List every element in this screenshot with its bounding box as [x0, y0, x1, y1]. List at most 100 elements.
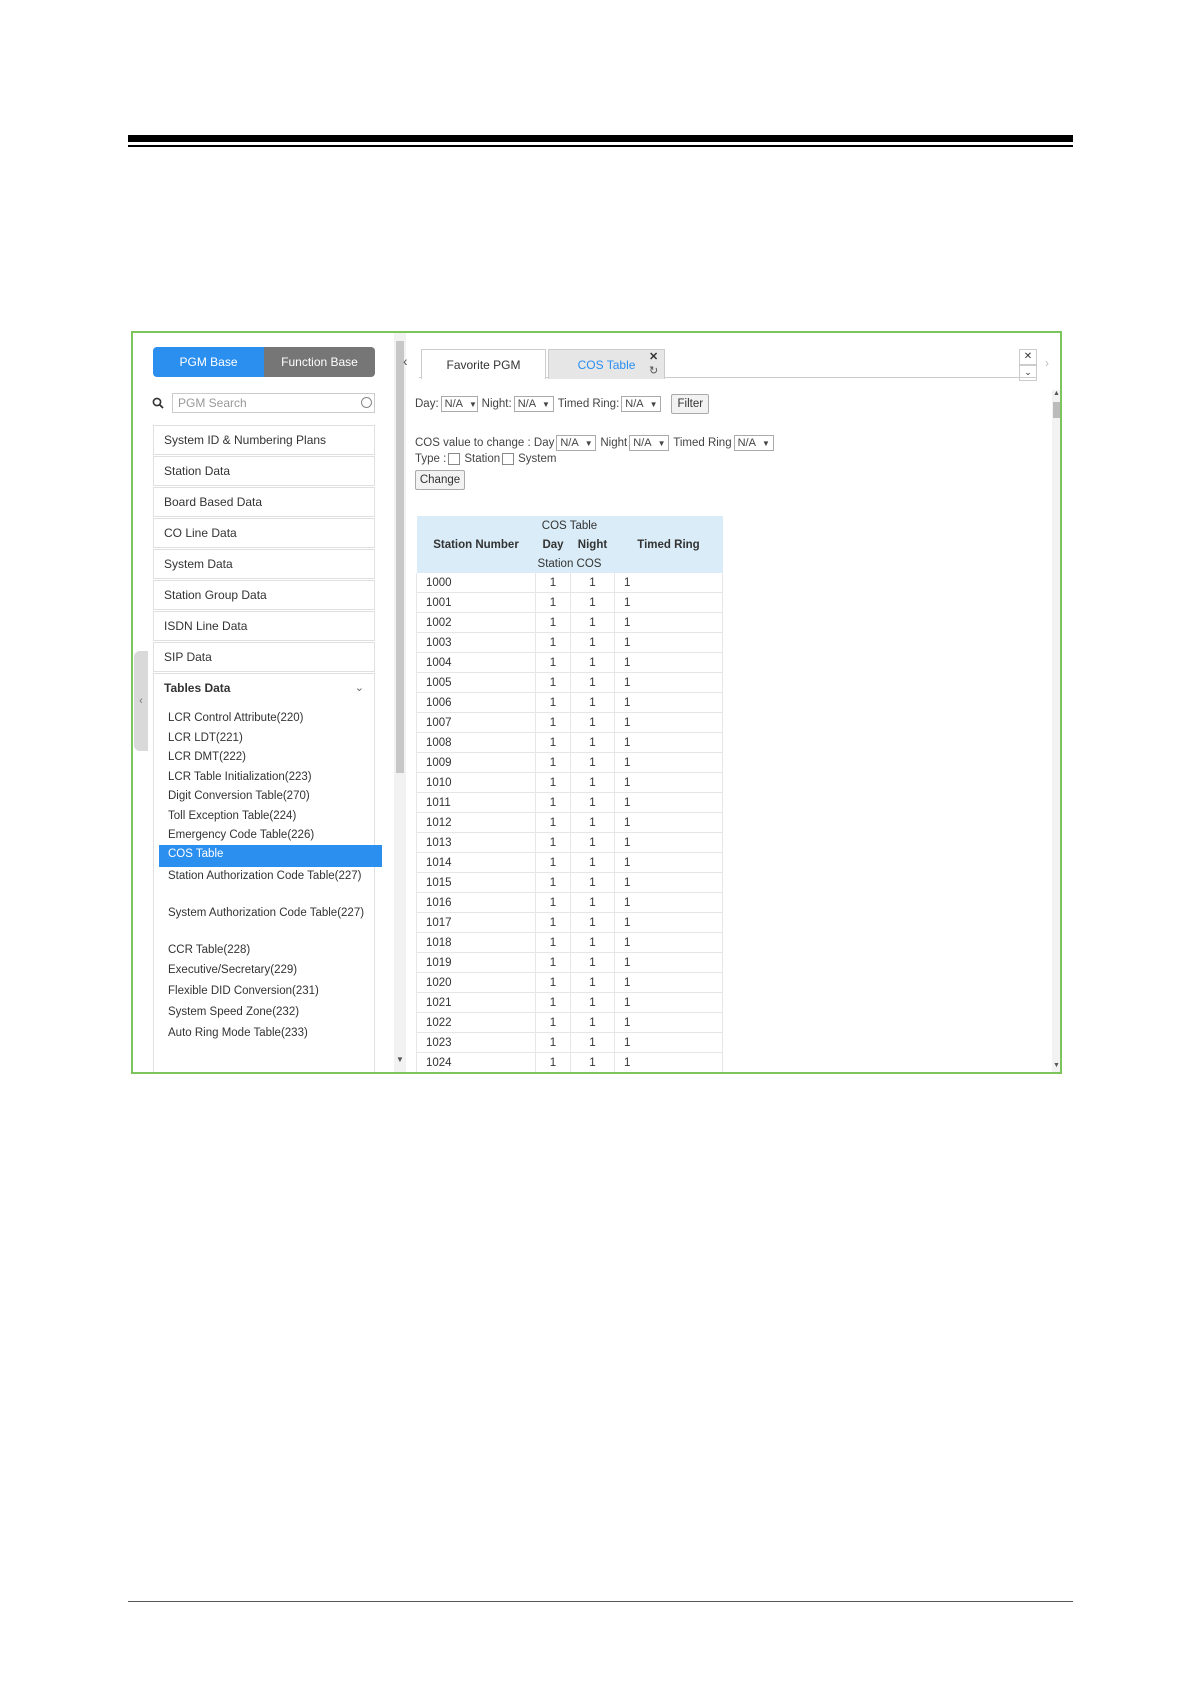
- table-row[interactable]: 1008 1 1 1: [416, 732, 723, 753]
- change-button[interactable]: Change: [415, 470, 465, 490]
- sub-digit-conversion[interactable]: Digit Conversion Table(270): [159, 787, 382, 805]
- sub-executive-secretary[interactable]: Executive/Secretary(229): [159, 961, 382, 979]
- sub-cos-table[interactable]: COS Table: [159, 845, 382, 867]
- sub-auto-ring-mode[interactable]: Auto Ring Mode Table(233): [159, 1024, 382, 1042]
- night-cell: 1: [570, 1012, 615, 1033]
- table-row[interactable]: 1016 1 1 1: [416, 892, 723, 913]
- sub-lcr-table-init[interactable]: LCR Table Initialization(223): [159, 768, 382, 786]
- filter-night-select[interactable]: N/A ▼: [513, 396, 554, 412]
- table-row[interactable]: 1007 1 1 1: [416, 712, 723, 733]
- menu-isdn-line-data[interactable]: ISDN Line Data: [153, 611, 375, 641]
- sub-station-auth-code[interactable]: Station Authorization Code Table(227): [159, 867, 382, 885]
- refresh-icon[interactable]: ↻: [649, 364, 658, 377]
- filter-button[interactable]: Filter: [671, 394, 710, 414]
- main-scrollbar[interactable]: ▲ ▼: [1052, 390, 1060, 1072]
- table-row[interactable]: 1023 1 1 1: [416, 1032, 723, 1053]
- menu-system-id[interactable]: System ID & Numbering Plans: [153, 425, 375, 455]
- chevron-right-icon[interactable]: ›: [1045, 356, 1049, 370]
- filter-day-label: Day:: [415, 398, 439, 410]
- menu-sip-data[interactable]: SIP Data: [153, 642, 375, 672]
- night-cell: 1: [570, 932, 615, 953]
- night-cell: 1: [570, 1032, 615, 1053]
- day-cell: 1: [535, 712, 571, 733]
- main-scroll-thumb[interactable]: [1053, 402, 1060, 418]
- menu-co-line-data[interactable]: CO Line Data: [153, 518, 375, 548]
- menu-board-based-data[interactable]: Board Based Data: [153, 487, 375, 517]
- station-checkbox[interactable]: [448, 453, 461, 465]
- sub-toll-exception[interactable]: Toll Exception Table(224): [159, 807, 382, 825]
- table-row[interactable]: 1012 1 1 1: [416, 812, 723, 833]
- change-day-select[interactable]: N/A ▼: [556, 435, 597, 451]
- menu-station-data[interactable]: Station Data: [153, 456, 375, 486]
- sub-system-auth-code[interactable]: System Authorization Code Table(227): [159, 904, 382, 922]
- pgm-search-input[interactable]: PGM Search: [172, 393, 375, 413]
- sub-system-speed-zone[interactable]: System Speed Zone(232): [159, 1003, 382, 1021]
- day-cell: 1: [535, 672, 571, 693]
- table-row[interactable]: 1021 1 1 1: [416, 992, 723, 1013]
- table-row[interactable]: 1004 1 1 1: [416, 652, 723, 673]
- sub-ccr-table[interactable]: CCR Table(228): [159, 941, 382, 959]
- table-row[interactable]: 1001 1 1 1: [416, 592, 723, 613]
- table-row[interactable]: 1020 1 1 1: [416, 972, 723, 993]
- close-all-tabs-icon[interactable]: ✕: [1019, 349, 1037, 365]
- table-row[interactable]: 1019 1 1 1: [416, 952, 723, 973]
- day-cell: 1: [535, 912, 571, 933]
- sub-lcr-dmt[interactable]: LCR DMT(222): [159, 748, 382, 766]
- tab-cos-table[interactable]: COS Table: [548, 349, 665, 379]
- sub-lcr-control-attribute[interactable]: LCR Control Attribute(220): [159, 709, 382, 727]
- filter-day-select[interactable]: N/A ▼: [440, 396, 478, 412]
- day-cell: 1: [535, 812, 571, 833]
- day-cell: 1: [535, 892, 571, 913]
- system-checkbox-label: System: [518, 453, 557, 465]
- station-number-cell: 1022: [416, 1012, 536, 1033]
- station-number-cell: 1016: [416, 892, 536, 913]
- table-row[interactable]: 1006 1 1 1: [416, 692, 723, 713]
- clear-search-icon[interactable]: [361, 397, 372, 408]
- change-night-select[interactable]: N/A ▼: [629, 435, 670, 451]
- menu-station-group-data[interactable]: Station Group Data: [153, 580, 375, 610]
- station-number-cell: 1002: [416, 612, 536, 633]
- table-row[interactable]: 1002 1 1 1: [416, 612, 723, 633]
- system-checkbox[interactable]: [502, 453, 515, 465]
- table-row[interactable]: 1011 1 1 1: [416, 792, 723, 813]
- sub-emergency-code[interactable]: Emergency Code Table(226): [159, 826, 382, 844]
- table-row[interactable]: 1022 1 1 1: [416, 1012, 723, 1033]
- table-row[interactable]: 1014 1 1 1: [416, 852, 723, 873]
- close-icon[interactable]: ✕: [649, 350, 658, 363]
- table-row[interactable]: 1015 1 1 1: [416, 872, 723, 893]
- timed-ring-cell: 1: [614, 612, 723, 633]
- timed-ring-cell: 1: [614, 832, 723, 853]
- menu-system-data[interactable]: System Data: [153, 549, 375, 579]
- tab-favorite-pgm[interactable]: Favorite PGM: [421, 349, 546, 379]
- table-row[interactable]: 1017 1 1 1: [416, 912, 723, 933]
- station-number-cell: 1015: [416, 872, 536, 893]
- pgm-base-button[interactable]: PGM Base: [153, 347, 264, 377]
- function-base-button[interactable]: Function Base: [264, 347, 375, 377]
- scroll-up-icon[interactable]: ▲: [1053, 390, 1060, 397]
- table-row[interactable]: 1013 1 1 1: [416, 832, 723, 853]
- table-row[interactable]: 1003 1 1 1: [416, 632, 723, 653]
- timed-ring-cell: 1: [614, 692, 723, 713]
- night-cell: 1: [570, 812, 615, 833]
- scroll-down-icon[interactable]: ▼: [1053, 1062, 1060, 1069]
- table-row[interactable]: 1024 1 1 1: [416, 1052, 723, 1072]
- table-row[interactable]: 1005 1 1 1: [416, 672, 723, 693]
- collapse-sidebar-handle[interactable]: ‹: [134, 651, 148, 751]
- station-number-cell: 1019: [416, 952, 536, 973]
- change-timed-select[interactable]: N/A ▼: [733, 435, 774, 451]
- filter-day-value: N/A: [444, 398, 463, 410]
- table-row[interactable]: 1010 1 1 1: [416, 772, 723, 793]
- filter-timed-select[interactable]: N/A ▼: [621, 396, 662, 412]
- sub-lcr-ldt[interactable]: LCR LDT(221): [159, 729, 382, 747]
- day-cell: 1: [535, 852, 571, 873]
- table-row[interactable]: 1000 1 1 1: [416, 573, 723, 593]
- chevron-left-icon[interactable]: ‹: [403, 353, 408, 369]
- timed-ring-cell: 1: [614, 892, 723, 913]
- sub-flexible-did[interactable]: Flexible DID Conversion(231): [159, 982, 382, 1000]
- station-number-cell: 1013: [416, 832, 536, 853]
- chevron-down-icon[interactable]: ⌄: [1019, 365, 1037, 381]
- day-cell: 1: [535, 752, 571, 773]
- table-row[interactable]: 1018 1 1 1: [416, 932, 723, 953]
- cos-table: COS Table Station Number Day Night Timed…: [416, 516, 723, 1072]
- table-row[interactable]: 1009 1 1 1: [416, 752, 723, 773]
